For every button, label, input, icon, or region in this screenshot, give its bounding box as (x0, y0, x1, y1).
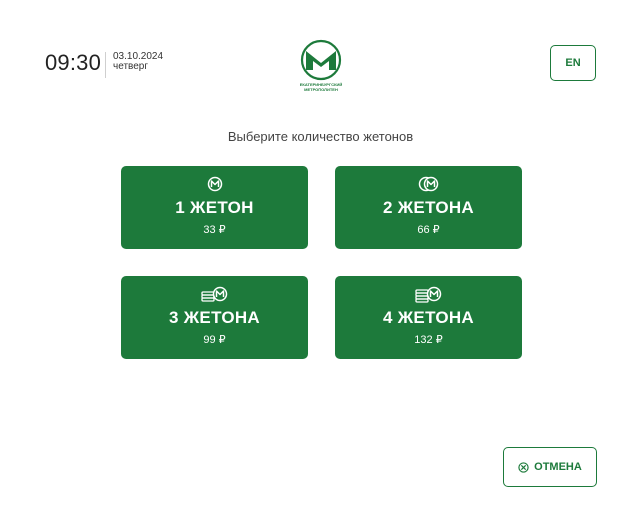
prompt-text: Выберите количество жетонов (227, 129, 414, 144)
cancel-label: ОТМЕНА (534, 461, 582, 473)
token-stack-icon (414, 284, 444, 304)
clock-time: 09:30 (45, 50, 102, 75)
cancel-button[interactable]: ОТМЕНА (503, 447, 597, 487)
option-price: 132 ₽ (414, 334, 443, 346)
option-title: 1 ЖЕТОН (175, 198, 254, 217)
close-circle-icon (518, 461, 529, 473)
option-price: 33 ₽ (203, 224, 226, 236)
option-title: 2 ЖЕТОНА (382, 198, 475, 217)
double-token-icon (417, 174, 441, 194)
weekday-text: четверг (113, 61, 148, 72)
option-1-token-button[interactable]: 1 ЖЕТОН 33 ₽ (121, 166, 308, 249)
option-price: 66 ₽ (417, 224, 440, 236)
option-title: 4 ЖЕТОНА (382, 308, 475, 327)
option-price: 99 ₽ (203, 334, 226, 346)
option-3-tokens-button[interactable]: 3 ЖЕТОНА 99 ₽ (121, 276, 308, 359)
option-4-tokens-button[interactable]: 4 ЖЕТОНА 132 ₽ (335, 276, 522, 359)
header-divider (105, 52, 106, 78)
option-title: 3 ЖЕТОНА (168, 308, 261, 327)
option-2-tokens-button[interactable]: 2 ЖЕТОНА 66 ₽ (335, 166, 522, 249)
single-token-icon (207, 174, 223, 194)
token-stack-icon (200, 284, 230, 304)
metro-logo: ЕКАТЕРИНБУРГСКИЙ МЕТРОПОЛИТЕН (300, 39, 342, 92)
language-button[interactable]: EN (550, 45, 596, 81)
logo-text-line2: МЕТРОПОЛИТЕН (304, 87, 338, 92)
date-block: 03.10.2024 четверг (113, 52, 163, 72)
